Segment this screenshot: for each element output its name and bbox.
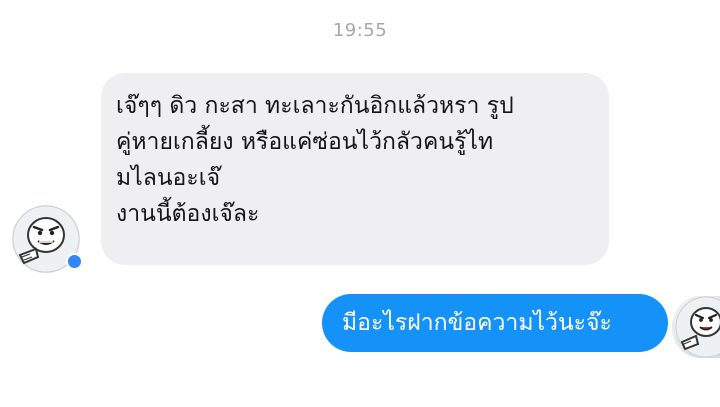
- online-status-indicator: [66, 253, 83, 270]
- self-read-receipt-avatar: [672, 296, 720, 358]
- outgoing-message-bubble[interactable]: มีอะไรฝากข้อความไว้นะจ๊ะ: [322, 294, 668, 352]
- message-timestamp: 19:55: [332, 20, 388, 41]
- cartoon-character-icon: [675, 296, 720, 358]
- incoming-message-bubble[interactable]: เจ๊ๆๆ ดิว กะสา ทะเลาะกันอิกแล้วหรา รูป ค…: [101, 73, 609, 265]
- chat-thread: 19:55 เจ๊ๆๆ ดิว กะสา ทะเลาะกันอิกแล้วหรา…: [0, 0, 720, 407]
